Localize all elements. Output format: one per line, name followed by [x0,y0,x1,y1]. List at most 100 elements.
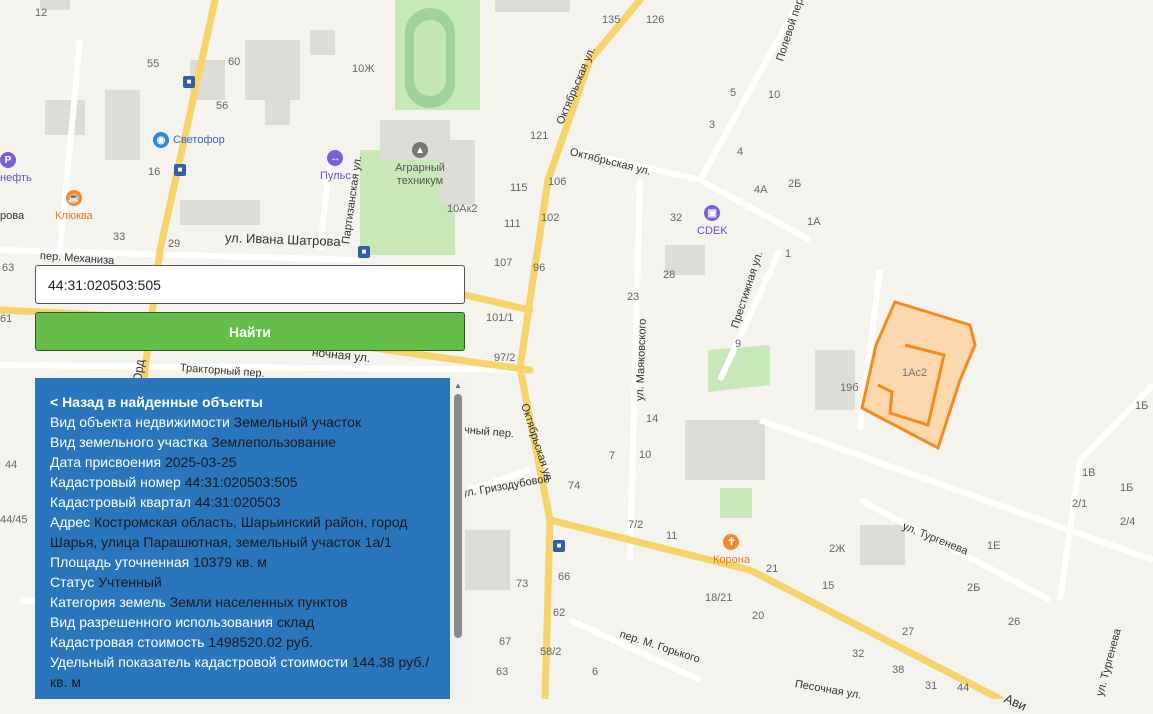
house-number: 44 [957,682,970,694]
house-number: 1 [785,248,792,260]
house-number: 2Б [967,582,981,594]
house-number: 107 [494,257,513,269]
house-number: 10 [768,89,781,101]
info-row: Кадастровая стоимость 1498520.02 руб. [50,632,436,652]
house-number: 18/21 [705,592,733,604]
bus-stop-icon[interactable]: ■ [174,164,186,176]
house-number: 23 [627,291,640,303]
house-number: 19б [840,382,859,394]
house-number: 2Ж [829,543,846,555]
info-key: Удельный показатель кадастровой стоимост… [50,654,348,670]
house-number: 74 [568,480,581,492]
info-row: Категория земель Земли населенных пункто… [50,592,436,612]
info-value: Учтенный [98,574,162,590]
house-number: 2/1 [1072,498,1088,510]
info-row: Вид разрешенного использования склад [50,612,436,632]
info-value: Костромская область, Шарьинский район, г… [50,514,408,550]
poi-neft[interactable]: P нефть [0,152,32,184]
find-button[interactable]: Найти [35,312,465,351]
house-number: 4А [754,184,768,196]
street-label-rova: рова [0,210,25,222]
poi-cdek[interactable]: ▣ CDEK [697,205,728,237]
info-row: Адрес Костромская область, Шарьинский ра… [50,512,436,552]
house-number: 1Е [987,540,1001,552]
info-value: 1498520.02 руб. [208,634,313,650]
info-value: 2025-03-25 [164,454,237,470]
scroll-up-arrow-icon[interactable]: ▲ [454,381,462,390]
info-value: Земельный участок [233,414,362,430]
house-number: 97/2 [494,352,516,364]
house-number: 44/45 [0,514,28,526]
poi-svetofor[interactable]: ◉ Светофор [153,132,225,148]
house-number: 61 [0,313,13,325]
house-number: 28 [663,269,676,281]
house-number: 11 [666,530,678,542]
house-number: 101/1 [486,312,514,324]
poi-korona[interactable]: ✝ Корона [713,534,750,566]
info-key: Вид объекта недвижимости [50,414,230,430]
house-number: 26 [1008,616,1021,628]
house-number: 33 [113,231,126,243]
info-key: Статус [50,574,95,590]
info-value: 10379 кв. м [193,554,267,570]
house-number: 2Б [788,178,802,190]
bus-stop-icon[interactable]: ■ [358,246,370,258]
house-number: 21 [766,563,779,575]
info-row: Кадастровый номер 44:31:020503:505 [50,472,436,492]
house-number: 5 [730,87,737,99]
bus-stop-icon[interactable]: ■ [183,76,195,88]
house-number: 20 [752,610,765,622]
info-key: Кадастровая стоимость [50,634,205,650]
bus-stop-icon[interactable]: ■ [553,540,565,552]
house-number: 106 [548,176,567,188]
house-number: 44 [5,459,18,471]
scrollbar-thumb[interactable] [454,394,462,638]
parcel-label: 1Ас2 [902,367,928,379]
info-row: Площадь уточненная 10379 кв. м [50,552,436,572]
shop-bag-icon: ◉ [153,132,169,148]
graduation-cap-icon: ▲ [412,142,428,158]
info-panel-scrollbar[interactable]: ▲ [451,378,465,699]
house-number: 2/4 [1120,516,1136,528]
house-number: 10Ак2 [447,203,478,215]
info-row: Дата присвоения 2025-03-25 [50,452,436,472]
house-number: 55 [147,58,160,70]
info-key: Площадь уточненная [50,554,190,570]
info-row: Статус Учтенный [50,572,436,592]
info-row: Вид земельного участка Землепользование [50,432,436,452]
cadastral-search-input[interactable] [35,265,465,304]
poi-puls[interactable]: ↔ Пульс [320,150,351,182]
house-number: 12 [35,7,48,19]
info-key: Дата присвоения [50,454,162,470]
house-number: 9 [735,338,742,350]
house-number: 3 [709,119,716,131]
info-key: Вид разрешенного использования [50,614,273,630]
house-number: 115 [510,182,528,194]
house-number: 27 [902,626,915,638]
poi-agrarny[interactable]: ▲ Аграрный техникум [385,142,455,188]
info-row: Вид объекта недвижимости Земельный участ… [50,412,436,432]
house-number: 7 [609,450,616,462]
house-number: 102 [541,212,560,224]
house-number: 29 [168,238,181,250]
house-number: 38 [892,664,905,676]
cafe-icon: ☕ [65,190,82,206]
briefcase-icon: ▣ [704,205,721,221]
house-number: 6 [592,666,599,678]
house-number: 10Ж [352,63,375,75]
object-info-panel: < Назад в найденные объекты Вид объекта … [35,378,450,699]
house-number: 14 [646,413,659,425]
back-to-results-link[interactable]: < Назад в найденные объекты [50,392,436,412]
dumbbell-icon: ↔ [327,150,344,166]
house-number: 60 [228,56,241,68]
info-row: Удельный показатель кадастровой стоимост… [50,652,436,692]
house-number: 66 [558,571,571,583]
house-number: 32 [852,648,865,660]
house-number: 62 [553,607,566,619]
house-number: 121 [530,130,549,142]
house-number: 56 [216,100,229,112]
poi-klyukva[interactable]: ☕ Клюква [55,190,93,222]
house-number: 73 [516,578,529,590]
fuel-icon: P [0,152,16,168]
house-number: 4 [737,146,744,158]
